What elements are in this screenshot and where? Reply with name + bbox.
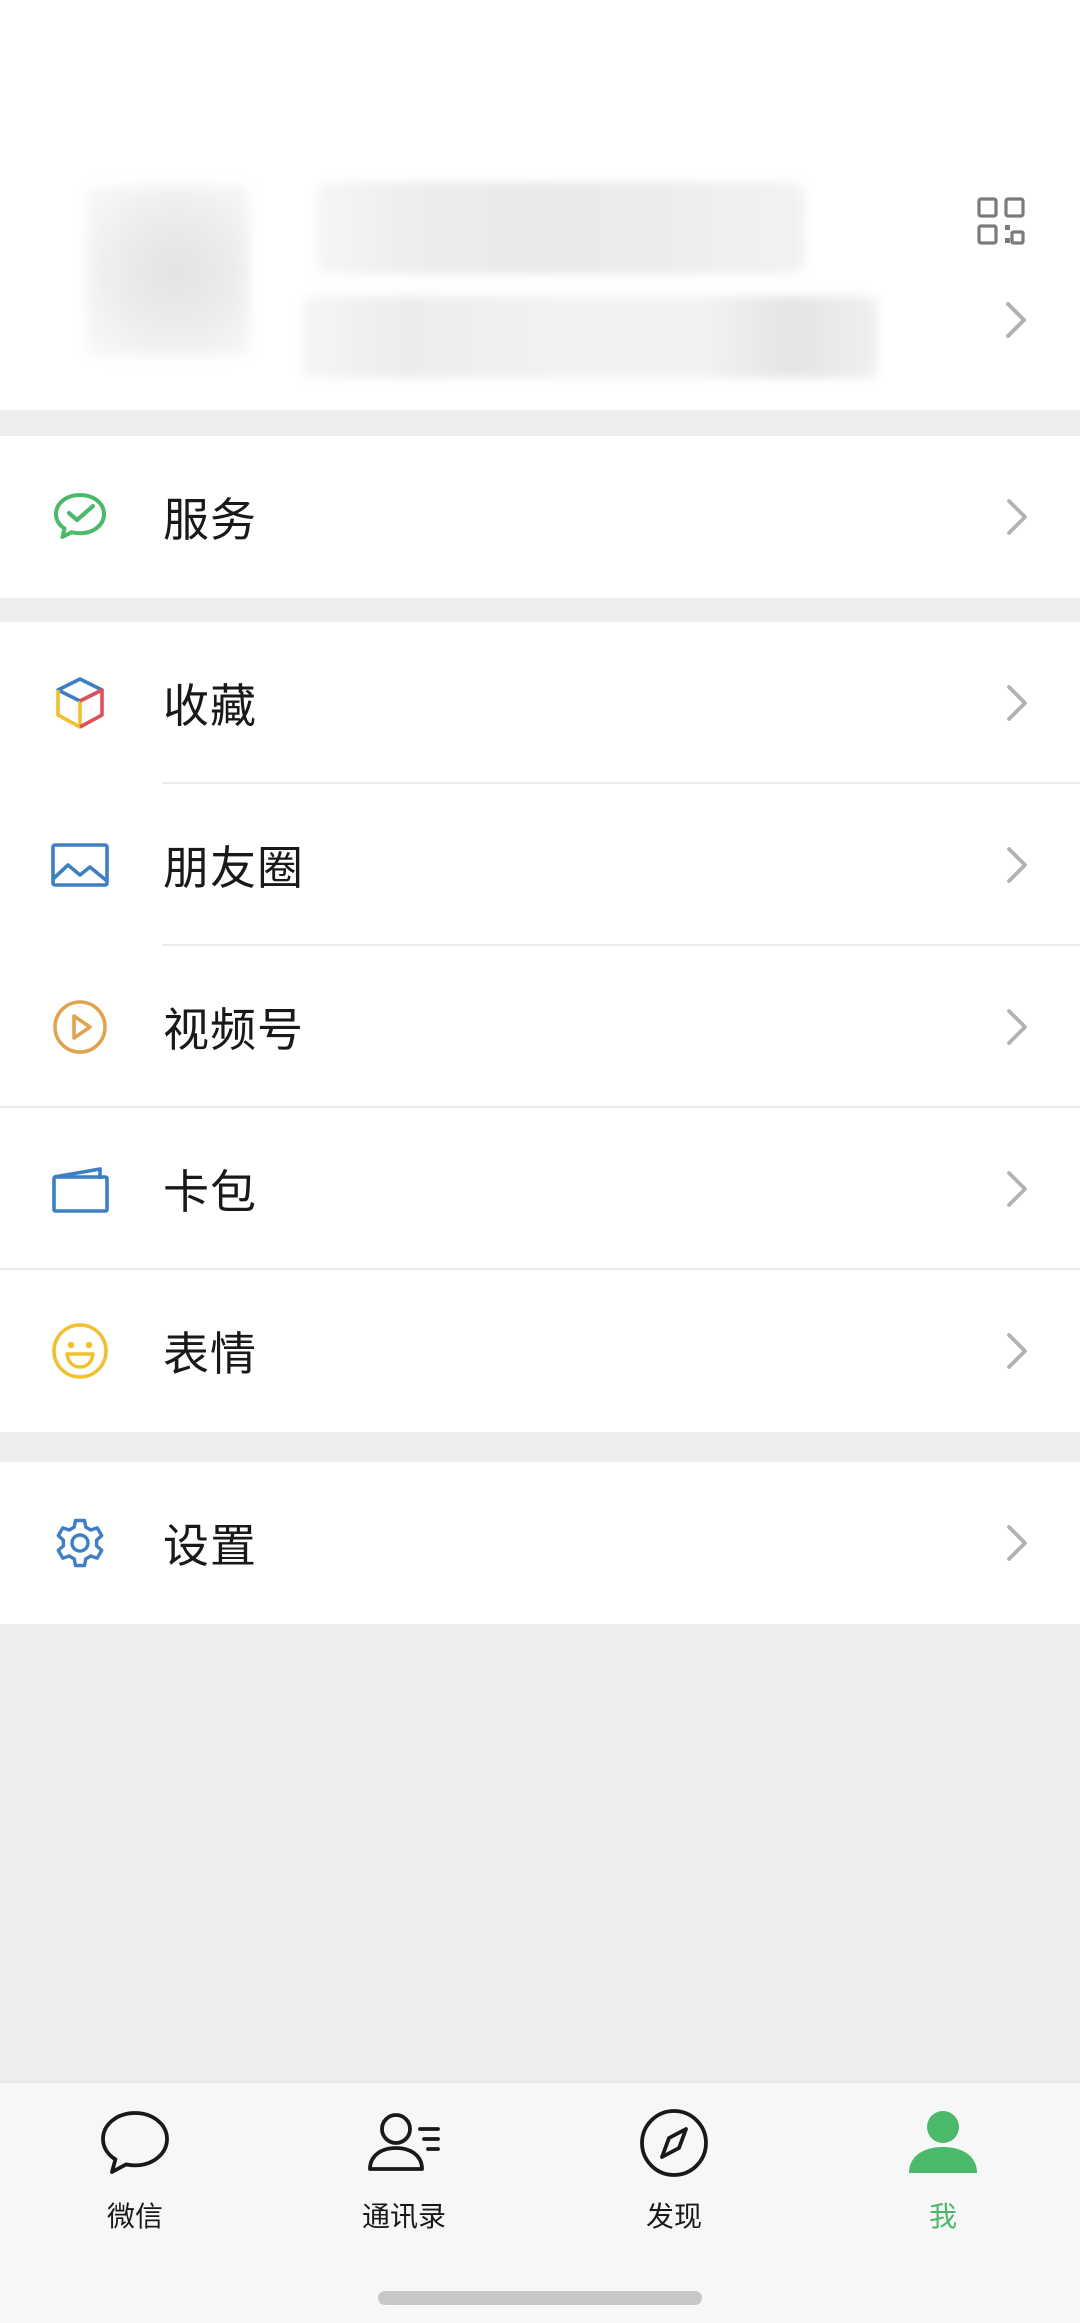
tab-label: 我	[928, 2200, 957, 2233]
favorites-cube-icon	[56, 677, 104, 729]
chevron-right-icon	[1007, 847, 1027, 883]
chevron-right-icon	[1006, 302, 1026, 338]
tab-me[interactable]: 我	[843, 2105, 1043, 2245]
menu-item-channels[interactable]: 视频号	[0, 946, 1080, 1108]
chevron-right-icon	[1007, 1525, 1027, 1561]
person-icon	[909, 2111, 977, 2173]
menu-item-favorites[interactable]: 收藏	[0, 622, 1080, 784]
sticker-smile-icon	[52, 1323, 108, 1379]
channels-play-icon	[53, 1000, 107, 1054]
tab-contacts[interactable]: 通讯录	[304, 2105, 504, 2245]
avatar[interactable]	[86, 186, 250, 356]
menu-item-label: 服务	[163, 493, 257, 547]
menu-group-main: 收藏 朋友圈 视频号 卡包 表情	[0, 622, 1080, 1432]
me-page: 服务 收藏 朋友圈 视频号 卡包 表情 设置 微信 通讯录 发现 我	[0, 0, 1080, 2323]
chat-bubble-icon	[101, 2111, 169, 2174]
menu-item-moments[interactable]: 朋友圈	[0, 784, 1080, 946]
tab-label: 发现	[645, 2200, 702, 2233]
menu-item-settings[interactable]: 设置	[0, 1462, 1080, 1624]
tab-chats[interactable]: 微信	[35, 2105, 235, 2245]
menu-group-services: 服务	[0, 436, 1080, 598]
wechat-pay-icon	[54, 493, 106, 539]
chevron-right-icon	[1007, 685, 1027, 721]
chevron-right-icon	[1007, 1333, 1027, 1369]
menu-item-label: 朋友圈	[163, 841, 304, 895]
menu-item-label: 收藏	[163, 679, 257, 733]
settings-gear-icon	[56, 1518, 104, 1568]
compass-icon	[640, 2109, 708, 2177]
moments-image-icon	[51, 843, 109, 887]
menu-group-settings: 设置	[0, 1462, 1080, 1624]
profile-header[interactable]	[0, 0, 1080, 410]
qr-code-icon[interactable]	[976, 196, 1026, 246]
chevron-right-icon	[1007, 1009, 1027, 1045]
tab-label: 通讯录	[361, 2200, 446, 2233]
profile-id-blurred	[302, 296, 878, 378]
tab-label: 微信	[106, 2200, 163, 2233]
menu-item-label: 表情	[163, 1327, 257, 1381]
menu-item-card-wallet[interactable]: 卡包	[0, 1108, 1080, 1270]
menu-item-label: 视频号	[163, 1003, 304, 1057]
menu-item-services[interactable]: 服务	[0, 436, 1080, 598]
chevron-right-icon	[1007, 499, 1027, 535]
chevron-right-icon	[1007, 1171, 1027, 1207]
card-wallet-icon	[52, 1167, 109, 1213]
tab-discover[interactable]: 发现	[574, 2105, 774, 2245]
home-indicator[interactable]	[378, 2291, 702, 2305]
bottom-tab-bar: 微信 通讯录 发现 我	[0, 2082, 1080, 2323]
menu-item-label: 卡包	[163, 1165, 257, 1219]
profile-name-blurred	[316, 182, 806, 274]
menu-item-stickers[interactable]: 表情	[0, 1270, 1080, 1432]
contacts-icon	[368, 2113, 440, 2171]
menu-item-label: 设置	[163, 1519, 257, 1573]
